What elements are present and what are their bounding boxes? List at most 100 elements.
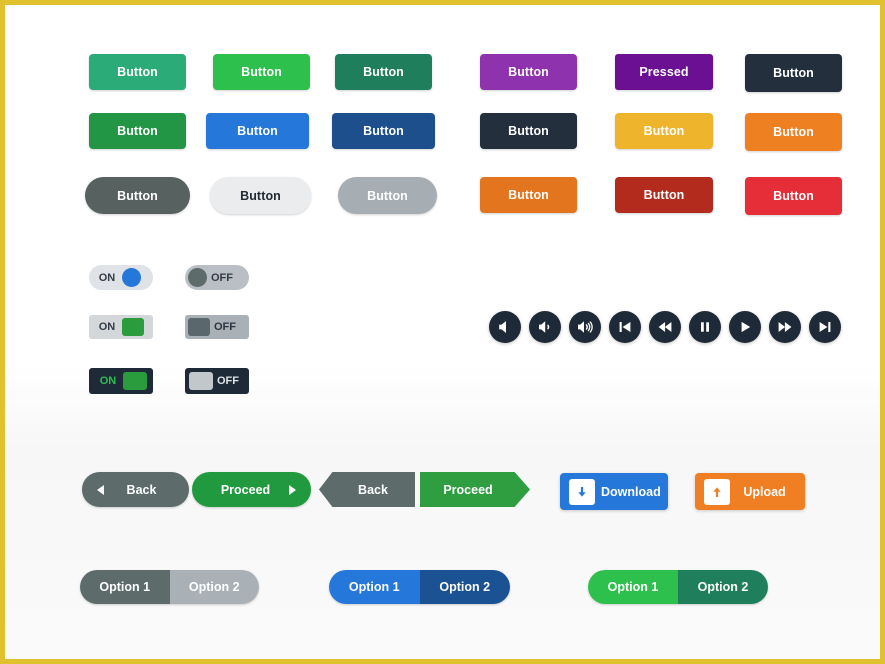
button-label: Button — [117, 188, 158, 203]
skip-previous-button[interactable] — [609, 311, 641, 343]
back-pill-label: Back — [126, 482, 157, 497]
segmented-green-option-2[interactable]: Option 2 — [678, 570, 768, 604]
toggle-knob[interactable] — [188, 268, 207, 287]
button-r3c1[interactable]: Button — [85, 177, 190, 214]
button-r2c1[interactable]: Button — [89, 113, 186, 149]
volume-mute-icon — [497, 319, 513, 335]
button-r3c2[interactable]: Button — [210, 177, 311, 214]
segmented-blue-option-2[interactable]: Option 2 — [419, 570, 510, 604]
play-button[interactable] — [729, 311, 761, 343]
triangle-right-icon — [285, 483, 299, 497]
toggle-square-off[interactable]: OFF — [185, 315, 249, 339]
volume-high-button[interactable] — [569, 311, 601, 343]
button-label: Button — [773, 125, 814, 139]
button-label: Button — [117, 65, 158, 79]
back-chevron-button[interactable]: Back — [319, 472, 415, 507]
toggle-state-label: ON — [99, 375, 117, 387]
skip-previous-icon — [617, 319, 633, 335]
segmented-gray-option-1[interactable]: Option 1 — [80, 570, 170, 604]
segment-label: Option 1 — [99, 580, 151, 594]
download-button-label: Download — [601, 484, 661, 499]
button-r1c4[interactable]: Button — [480, 54, 577, 90]
toggle-knob[interactable] — [123, 372, 147, 390]
button-label: Button — [367, 188, 408, 203]
skip-next-button[interactable] — [809, 311, 841, 343]
button-r1c5[interactable]: Pressed — [615, 54, 713, 90]
proceed-pill-button[interactable]: Proceed — [192, 472, 311, 507]
segmented-gray: Option 1 Option 2 — [80, 570, 259, 604]
segmented-green-option-1[interactable]: Option 1 — [588, 570, 678, 604]
ui-kit-canvas: Button Button Button Button Pressed Button But… — [5, 5, 880, 659]
toggle-dark-off[interactable]: OFF — [185, 368, 249, 394]
button-label: Button — [508, 65, 549, 79]
arrow-up-icon — [710, 485, 724, 499]
toggle-pill-on[interactable]: ON — [89, 265, 153, 290]
skip-next-icon — [817, 319, 833, 335]
button-label: Button — [117, 124, 158, 138]
toggle-knob[interactable] — [188, 318, 210, 336]
button-r2c2[interactable]: Button — [206, 113, 309, 149]
volume-high-icon — [576, 319, 594, 335]
button-label: Button — [240, 188, 281, 203]
fast-forward-button[interactable] — [769, 311, 801, 343]
button-r3c3[interactable]: Button — [338, 177, 437, 214]
toggle-state-label: ON — [98, 321, 116, 333]
button-label: Button — [508, 124, 549, 138]
proceed-chevron-button[interactable]: Proceed — [420, 472, 530, 507]
toggle-pill-off[interactable]: OFF — [185, 265, 249, 290]
button-r2c3[interactable]: Button — [332, 113, 435, 149]
button-r2c4[interactable]: Button — [480, 113, 577, 149]
arrow-down-icon-box — [569, 478, 595, 505]
toggle-square-on[interactable]: ON — [89, 315, 153, 339]
upload-button-label: Upload — [743, 484, 786, 499]
download-button[interactable]: Download — [560, 473, 668, 510]
volume-mute-button[interactable] — [489, 311, 521, 343]
toggle-knob[interactable] — [189, 372, 213, 390]
segment-label: Option 2 — [188, 580, 240, 594]
button-r3c4[interactable]: Button — [480, 177, 577, 213]
segmented-gray-option-2[interactable]: Option 2 — [169, 570, 259, 604]
button-r3c5[interactable]: Button — [615, 177, 713, 213]
button-label: Button — [773, 189, 814, 203]
segment-label: Option 2 — [439, 580, 491, 594]
button-label: Button — [643, 188, 685, 202]
button-r2c5[interactable]: Button — [615, 113, 713, 149]
segment-label: Option 1 — [348, 580, 400, 594]
button-r1c2[interactable]: Button — [213, 54, 310, 90]
button-label: Button — [508, 188, 549, 202]
segmented-blue-option-1[interactable]: Option 1 — [329, 570, 420, 604]
button-label: Button — [363, 124, 404, 138]
toggle-state-label: OFF — [217, 375, 239, 387]
ui-kit-page: Button Button Button Button Pressed Button But… — [0, 0, 885, 664]
button-label: Button — [237, 124, 278, 138]
toggle-knob[interactable] — [122, 268, 141, 287]
arrow-down-icon — [575, 485, 589, 499]
button-label: Button — [241, 65, 282, 79]
triangle-left-icon — [94, 483, 108, 497]
upload-button[interactable]: Upload — [695, 473, 805, 510]
segmented-blue: Option 1 Option 2 — [329, 570, 510, 604]
back-pill-button[interactable]: Back — [82, 472, 189, 507]
button-r1c1[interactable]: Button — [89, 54, 186, 90]
segment-label: Option 1 — [607, 580, 659, 594]
toggle-dark-on[interactable]: ON — [89, 368, 153, 394]
volume-low-icon — [537, 319, 553, 335]
button-r2c6[interactable]: Button — [745, 113, 842, 151]
segment-label: Option 2 — [697, 580, 749, 594]
proceed-chevron-label: Proceed — [443, 482, 493, 497]
back-chevron-label: Back — [358, 482, 388, 497]
play-icon — [737, 319, 753, 335]
toggle-state-label: OFF — [214, 321, 236, 333]
rewind-icon — [657, 319, 673, 335]
button-r1c6[interactable]: Button — [745, 54, 842, 92]
button-label: Pressed — [639, 65, 689, 79]
volume-low-button[interactable] — [529, 311, 561, 343]
pause-button[interactable] — [689, 311, 721, 343]
rewind-button[interactable] — [649, 311, 681, 343]
toggle-knob[interactable] — [122, 318, 144, 336]
button-r1c3[interactable]: Button — [335, 54, 432, 90]
button-r3c6[interactable]: Button — [745, 177, 842, 215]
segmented-green: Option 1 Option 2 — [588, 570, 768, 604]
proceed-pill-label: Proceed — [220, 482, 271, 497]
button-label: Button — [643, 124, 685, 138]
